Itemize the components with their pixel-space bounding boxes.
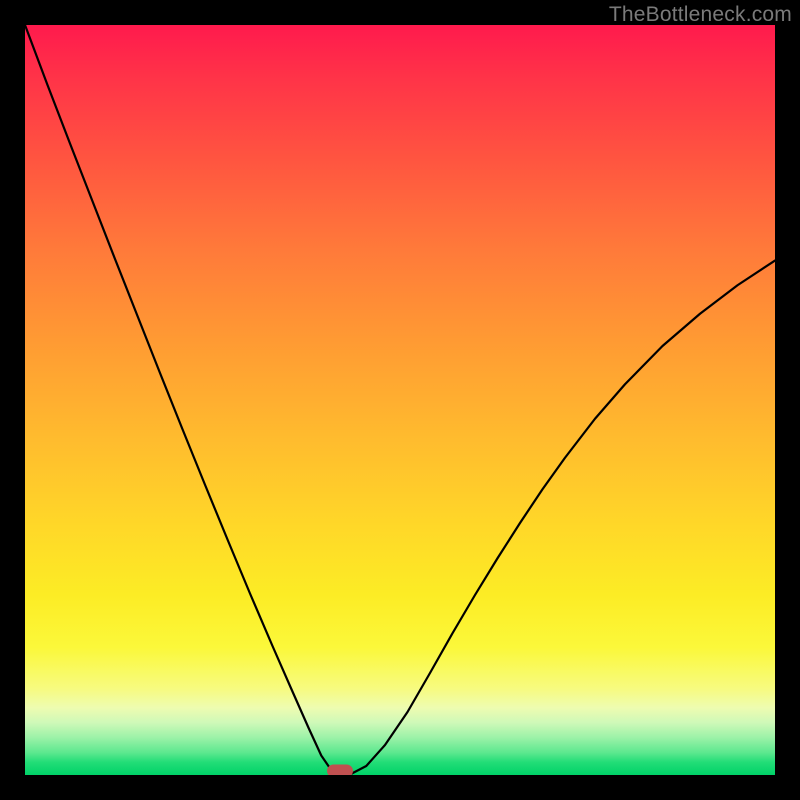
watermark-text: TheBottleneck.com: [609, 3, 792, 27]
plot-area: [25, 25, 775, 775]
bottleneck-curve: [25, 25, 775, 775]
optimal-point-marker: [327, 765, 353, 775]
chart-frame: TheBottleneck.com: [0, 0, 800, 800]
